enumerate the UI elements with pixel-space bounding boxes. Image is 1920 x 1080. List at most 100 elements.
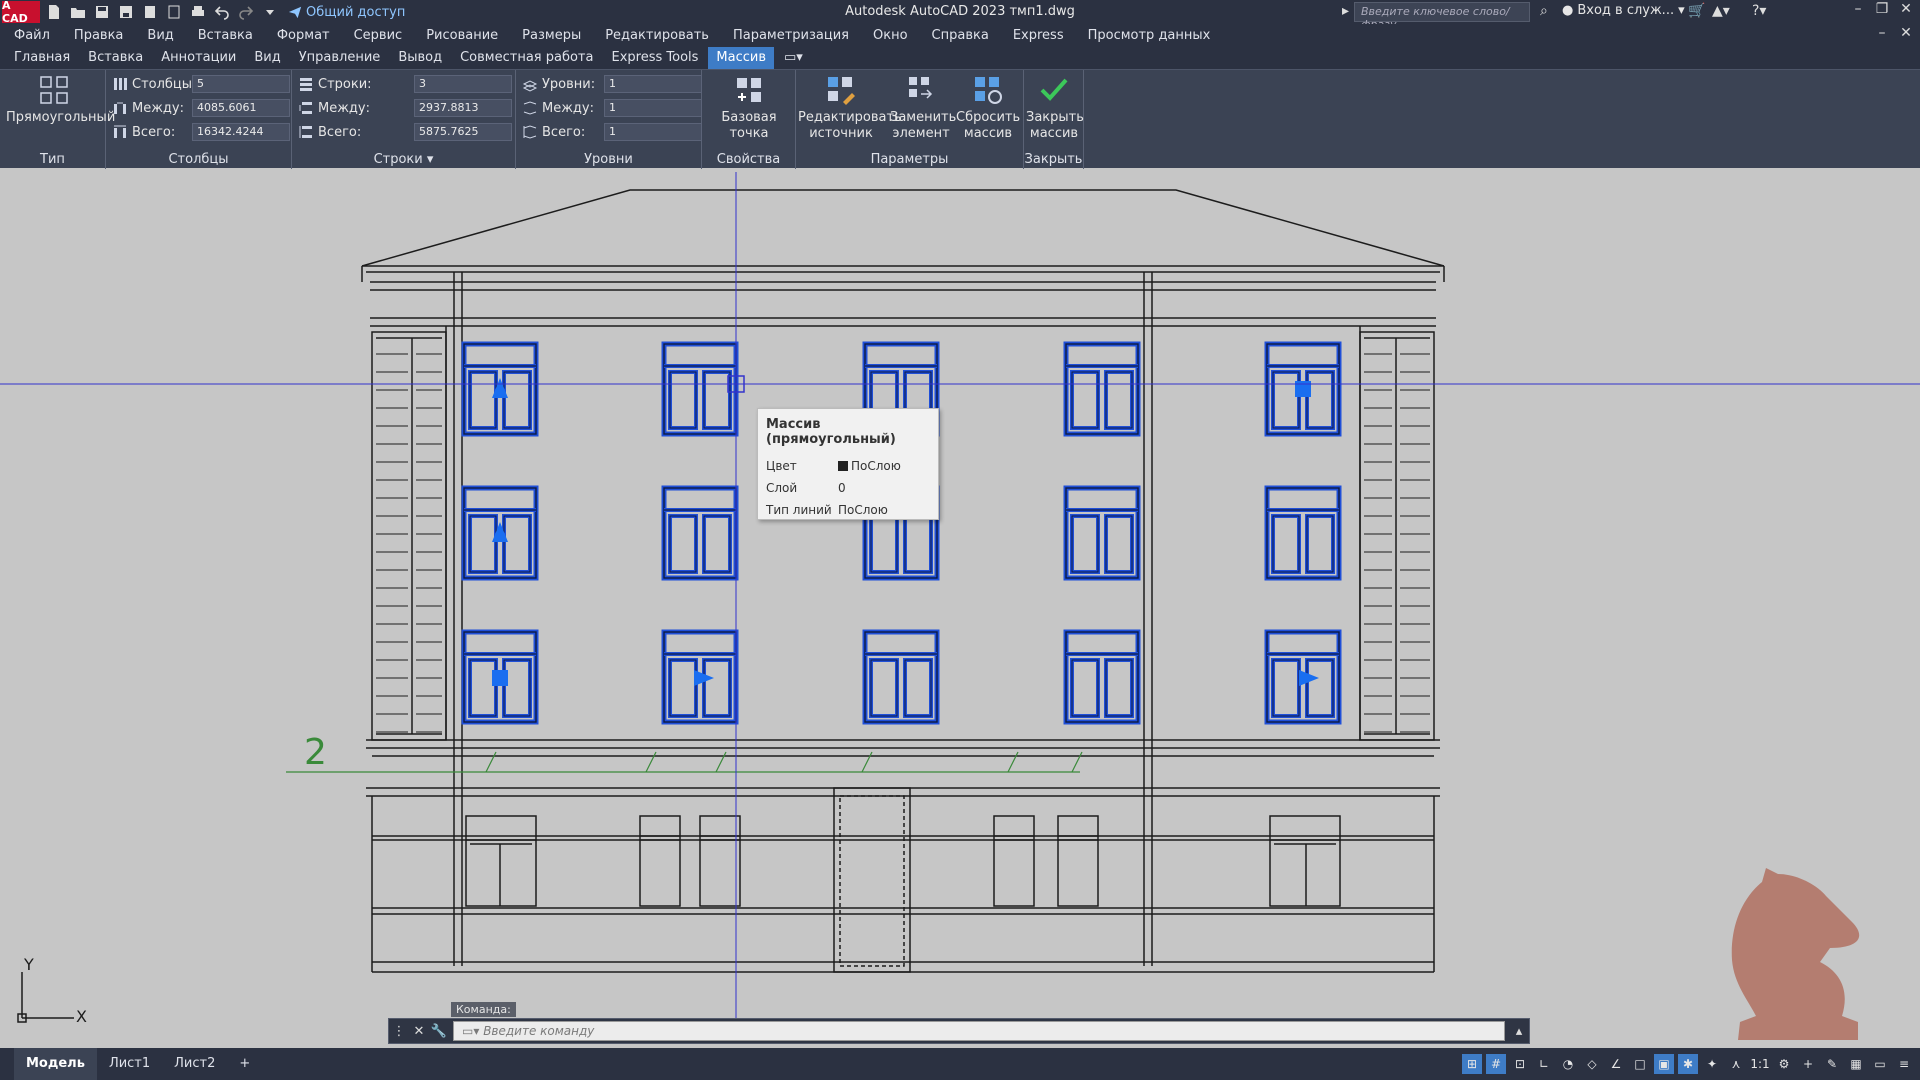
- menu-format[interactable]: Формат: [277, 28, 330, 43]
- drag-handle-icon[interactable]: ⋮: [389, 1021, 409, 1041]
- edit-source-button[interactable]: Редактировать источник: [798, 74, 902, 142]
- tab-view[interactable]: Вид: [246, 47, 288, 69]
- undo-icon[interactable]: [212, 2, 232, 22]
- window[interactable]: [862, 629, 940, 725]
- search-input[interactable]: Введите ключевое слово/фразу: [1354, 2, 1530, 31]
- annotation-scale-icon[interactable]: ⋏: [1726, 1054, 1746, 1074]
- replace-item-button[interactable]: Заменить элемент: [890, 74, 956, 142]
- minimize-button[interactable]: –: [1848, 1, 1868, 21]
- tab-output[interactable]: Вывод: [390, 47, 450, 69]
- window[interactable]: [1264, 485, 1342, 581]
- save-icon[interactable]: [92, 2, 112, 22]
- publish-icon[interactable]: [140, 2, 160, 22]
- base-point-grip[interactable]: [492, 670, 508, 686]
- levels-total-input[interactable]: 1: [604, 123, 702, 141]
- columns-total-input[interactable]: 16342.4244: [192, 123, 290, 141]
- customize-wrench-icon[interactable]: 🔧: [429, 1021, 449, 1041]
- object-snap-icon[interactable]: □: [1630, 1054, 1650, 1074]
- window[interactable]: [661, 485, 739, 581]
- scale-value[interactable]: 1:1: [1750, 1054, 1770, 1074]
- grid-icon[interactable]: #: [1486, 1054, 1506, 1074]
- window[interactable]: [1063, 341, 1141, 437]
- menu-parametric[interactable]: Параметризация: [733, 28, 849, 43]
- snap-icon[interactable]: ⊡: [1510, 1054, 1530, 1074]
- corner-grip[interactable]: [1295, 381, 1311, 397]
- isolate-objects-icon[interactable]: ✎: [1822, 1054, 1842, 1074]
- search-expand-icon[interactable]: ▸: [1342, 3, 1349, 19]
- rows-count-input[interactable]: 3: [414, 75, 512, 93]
- isodraft-icon[interactable]: ◇: [1582, 1054, 1602, 1074]
- plot-preview-icon[interactable]: [164, 2, 184, 22]
- quick-access-dropdown-icon[interactable]: [260, 2, 280, 22]
- tab-express-tools[interactable]: Express Tools: [603, 47, 706, 69]
- sign-in-button[interactable]: ● Вход в служ... ▾: [1562, 3, 1685, 18]
- window[interactable]: [1063, 629, 1141, 725]
- drawing-canvas[interactable]: 2 Y X: [0, 172, 1920, 1044]
- polar-tracking-icon[interactable]: ◔: [1558, 1054, 1578, 1074]
- tab-annotate[interactable]: Аннотации: [153, 47, 244, 69]
- customization-menu-icon[interactable]: ≡: [1894, 1054, 1914, 1074]
- close-icon[interactable]: ✕: [409, 1021, 429, 1041]
- print-icon[interactable]: [188, 2, 208, 22]
- menu-help[interactable]: Справка: [932, 28, 989, 43]
- help-icon[interactable]: ?▾: [1752, 3, 1766, 19]
- tab-array[interactable]: Массив: [708, 47, 774, 69]
- save-as-icon[interactable]: [116, 2, 136, 22]
- command-history-up-icon[interactable]: ▴: [1509, 1021, 1529, 1041]
- menu-express[interactable]: Express: [1013, 28, 1064, 43]
- search-icon[interactable]: ⌕: [1540, 3, 1548, 19]
- columns-count-input[interactable]: 5: [192, 75, 290, 93]
- reset-array-button[interactable]: Сбросить массив: [956, 74, 1020, 142]
- menu-file[interactable]: Файл: [14, 28, 50, 43]
- menu-modify[interactable]: Редактировать: [605, 28, 709, 43]
- close-button[interactable]: ✕: [1896, 1, 1916, 21]
- menu-tools[interactable]: Сервис: [354, 28, 403, 43]
- tab-home[interactable]: Главная: [6, 47, 78, 69]
- doc-close-button[interactable]: ✕: [1896, 25, 1916, 45]
- close-array-button[interactable]: Закрыть массив: [1026, 74, 1084, 142]
- restore-button[interactable]: ❐: [1872, 1, 1892, 21]
- tab-insert[interactable]: Вставка: [80, 47, 151, 69]
- base-point-button[interactable]: Базовая точка: [704, 74, 794, 142]
- levels-count-input[interactable]: 1: [604, 75, 702, 93]
- hardware-acceleration-icon[interactable]: ▦: [1846, 1054, 1866, 1074]
- autodesk-app-icon[interactable]: ▲▾: [1712, 3, 1730, 19]
- tab-layout2[interactable]: Лист2: [162, 1048, 227, 1080]
- menu-data-view[interactable]: Просмотр данных: [1088, 28, 1211, 43]
- menu-dimension[interactable]: Размеры: [522, 28, 581, 43]
- workspace-icon[interactable]: +: [1798, 1054, 1818, 1074]
- rows-between-input[interactable]: 2937.8813: [414, 99, 512, 117]
- menu-edit[interactable]: Правка: [74, 28, 123, 43]
- annotation-visibility-icon[interactable]: ✱: [1678, 1054, 1698, 1074]
- open-folder-icon[interactable]: [68, 2, 88, 22]
- rows-panel-title[interactable]: Строки ▾: [292, 152, 515, 167]
- window[interactable]: [661, 341, 739, 437]
- rectangular-array-button[interactable]: Прямоугольный: [6, 74, 115, 126]
- object-snap-tracking-icon[interactable]: ∠: [1606, 1054, 1626, 1074]
- tab-layout1[interactable]: Лист1: [97, 1048, 162, 1080]
- share-button[interactable]: Общий доступ: [288, 5, 405, 20]
- model-space-icon[interactable]: ⊞: [1462, 1054, 1482, 1074]
- auto-scale-icon[interactable]: ✦: [1702, 1054, 1722, 1074]
- selected-window-array[interactable]: [461, 341, 1342, 725]
- selection-cycling-icon[interactable]: ▣: [1654, 1054, 1674, 1074]
- tab-overflow-icon[interactable]: ▭▾: [776, 47, 811, 69]
- tab-collaborate[interactable]: Совместная работа: [452, 47, 601, 69]
- ortho-icon[interactable]: ∟: [1534, 1054, 1554, 1074]
- app-logo[interactable]: A CAD: [2, 0, 40, 25]
- redo-icon[interactable]: [236, 2, 256, 22]
- tab-manage[interactable]: Управление: [291, 47, 389, 69]
- new-file-icon[interactable]: [44, 2, 64, 22]
- rows-total-input[interactable]: 5875.7625: [414, 123, 512, 141]
- command-input[interactable]: ▭▾ Введите команду: [453, 1021, 1505, 1041]
- levels-between-input[interactable]: 1: [604, 99, 702, 117]
- clean-screen-icon[interactable]: ▭: [1870, 1054, 1890, 1074]
- columns-between-input[interactable]: 4085.6061: [192, 99, 290, 117]
- menu-insert[interactable]: Вставка: [198, 28, 253, 43]
- doc-minimize-button[interactable]: –: [1872, 25, 1892, 45]
- menu-view[interactable]: Вид: [147, 28, 173, 43]
- window[interactable]: [1063, 485, 1141, 581]
- add-layout-icon[interactable]: +: [227, 1048, 262, 1080]
- settings-gear-icon[interactable]: ⚙: [1774, 1054, 1794, 1074]
- menu-window[interactable]: Окно: [873, 28, 908, 43]
